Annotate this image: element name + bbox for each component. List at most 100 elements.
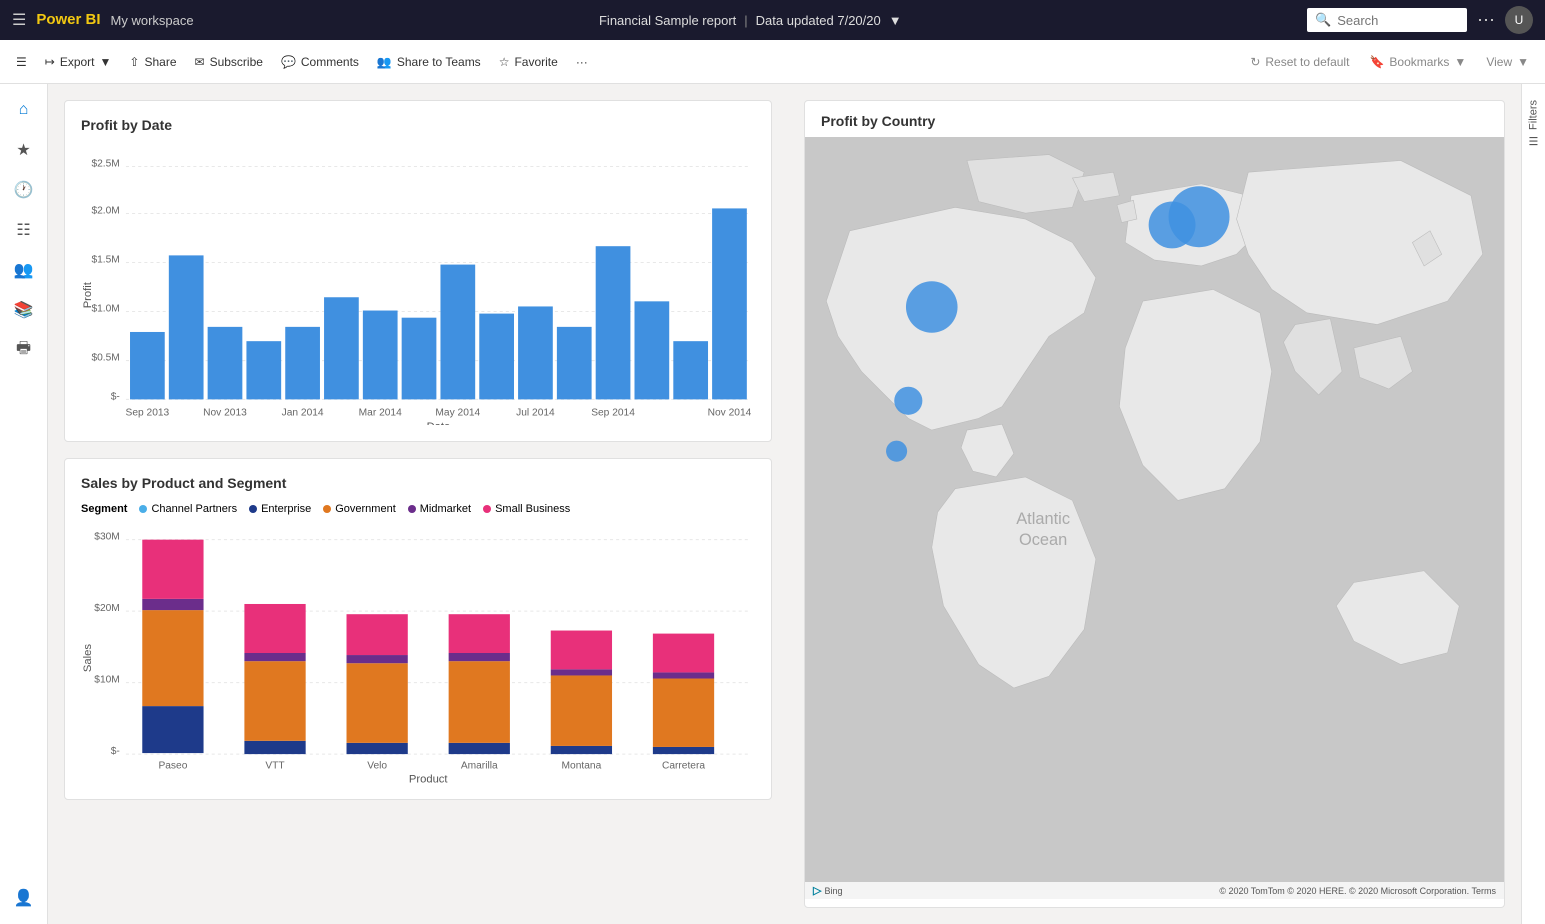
vtt-enterprise[interactable]	[244, 741, 305, 754]
vtt-midmarket[interactable]	[244, 653, 305, 661]
bar-nov2013[interactable]	[169, 255, 204, 399]
sidebar-workspaces-icon[interactable]: 🖶	[6, 332, 42, 368]
vtt-government[interactable]	[244, 661, 305, 741]
montana-government[interactable]	[551, 675, 612, 745]
segment-legend: Segment Channel Partners Enterprise Gove…	[81, 503, 755, 515]
svg-text:$-: $-	[111, 746, 120, 757]
bookmarks-chevron: ▼	[1454, 55, 1466, 69]
svg-text:Paseo: Paseo	[158, 760, 187, 771]
carretera-midmarket[interactable]	[653, 672, 714, 678]
bar-jan2014[interactable]	[208, 327, 243, 400]
share-btn[interactable]: ⇧ Share	[121, 51, 184, 73]
bar-sep2014[interactable]	[363, 311, 398, 400]
hamburger-icon[interactable]: ☰	[12, 10, 26, 30]
bubble-germany[interactable]	[1169, 186, 1230, 247]
avatar[interactable]: U	[1505, 6, 1533, 34]
svg-text:Atlantic: Atlantic	[1016, 510, 1070, 528]
velo-smallbiz[interactable]	[347, 614, 408, 655]
sidebar-apps-icon[interactable]: ☷	[6, 212, 42, 248]
legend-small-business[interactable]: Small Business	[483, 503, 570, 515]
amarilla-enterprise[interactable]	[449, 743, 510, 754]
bing-bar: ▷ Bing © 2020 TomTom © 2020 HERE. © 2020…	[805, 882, 1504, 899]
montana-smallbiz[interactable]	[551, 631, 612, 670]
bar-may2014[interactable]	[285, 327, 320, 400]
favorite-btn[interactable]: ☆ Favorite	[491, 51, 566, 73]
sidebar-favorites-icon[interactable]: ★	[6, 132, 42, 168]
svg-text:Nov 2014: Nov 2014	[708, 408, 752, 419]
comments-btn[interactable]: 💬 Comments	[273, 51, 367, 73]
bar-nov2014[interactable]	[402, 318, 437, 400]
sidebar-home-icon[interactable]: ⌂	[6, 92, 42, 128]
search-input[interactable]	[1337, 13, 1459, 28]
bar-jan2016[interactable]	[673, 341, 708, 399]
svg-text:$-: $-	[111, 391, 120, 402]
charts-right: Profit by Country	[788, 84, 1521, 924]
svg-text:$1.0M: $1.0M	[91, 304, 119, 315]
report-header: Financial Sample report | Data updated 7…	[204, 13, 1297, 28]
legend-channel-partners[interactable]: Channel Partners	[139, 503, 237, 515]
more-options-icon[interactable]: ⋯	[1477, 10, 1495, 31]
bar-mar2014[interactable]	[246, 341, 281, 399]
amarilla-midmarket[interactable]	[449, 653, 510, 661]
bar-may2015[interactable]	[518, 306, 553, 399]
bubble-canada[interactable]	[906, 281, 958, 333]
legend-midmarket[interactable]: Midmarket	[408, 503, 471, 515]
velo-enterprise[interactable]	[347, 743, 408, 754]
sidebar-profile-icon[interactable]: 👤	[6, 880, 42, 916]
bar-jan2015[interactable]	[440, 265, 475, 400]
bubble-mexico[interactable]	[894, 387, 922, 415]
hamburger-menu-btn[interactable]: ☰	[8, 51, 35, 73]
montana-enterprise[interactable]	[551, 746, 612, 754]
view-btn[interactable]: View ▼	[1478, 51, 1537, 73]
profit-by-country-card: Profit by Country	[804, 100, 1505, 908]
subscribe-btn[interactable]: ✉ Subscribe	[187, 51, 271, 73]
map-container[interactable]: Atlantic Ocean	[805, 137, 1504, 899]
sidebar-recent-icon[interactable]: 🕐	[6, 172, 42, 208]
sidebar-shared-icon[interactable]: 👥	[6, 252, 42, 288]
toolbar: ☰ ↦ Export ▼ ⇧ Share ✉ Subscribe 💬 Comme…	[0, 40, 1545, 84]
more-toolbar-btn[interactable]: ···	[568, 51, 596, 73]
svg-text:Jan 2014: Jan 2014	[282, 408, 324, 419]
midmarket-dot	[408, 505, 416, 513]
paseo-smallbiz[interactable]	[142, 540, 203, 599]
paseo-government[interactable]	[142, 610, 203, 706]
bar-sep2013[interactable]	[130, 332, 165, 399]
legend-government[interactable]: Government	[323, 503, 396, 515]
montana-midmarket[interactable]	[551, 669, 612, 675]
main-layout: ⌂ ★ 🕐 ☷ 👥 📚 🖶 👤 Profit by Date $2.5M $2.…	[0, 84, 1545, 924]
sidebar-learn-icon[interactable]: 📚	[6, 292, 42, 328]
reset-btn[interactable]: ↻ Reset to default	[1242, 51, 1357, 73]
bookmarks-btn[interactable]: 🔖 Bookmarks ▼	[1361, 51, 1474, 73]
bar-dec2014[interactable]	[712, 208, 747, 399]
velo-government[interactable]	[347, 663, 408, 743]
vtt-smallbiz[interactable]	[244, 604, 305, 653]
reset-icon: ↻	[1250, 55, 1260, 69]
svg-text:Ocean: Ocean	[1019, 531, 1067, 549]
svg-text:Date: Date	[427, 421, 451, 425]
dropdown-icon[interactable]: ▼	[889, 13, 902, 28]
bar-jul2015[interactable]	[557, 327, 592, 400]
search-box[interactable]: 🔍	[1307, 8, 1467, 32]
carretera-government[interactable]	[653, 679, 714, 747]
export-btn[interactable]: ↦ Export ▼	[37, 51, 120, 73]
amarilla-government[interactable]	[449, 661, 510, 743]
bar-sep2015[interactable]	[596, 246, 631, 399]
government-dot	[323, 505, 331, 513]
svg-text:Sep 2014: Sep 2014	[591, 408, 635, 419]
legend-enterprise[interactable]: Enterprise	[249, 503, 311, 515]
carretera-enterprise[interactable]	[653, 747, 714, 754]
amarilla-smallbiz[interactable]	[449, 614, 510, 653]
bar-mar2015[interactable]	[479, 314, 514, 400]
filters-toggle[interactable]: ☰ Filters	[1527, 92, 1540, 155]
paseo-enterprise[interactable]	[142, 706, 203, 753]
bar-nov2015[interactable]	[634, 301, 669, 399]
toolbar-right: ↻ Reset to default 🔖 Bookmarks ▼ View ▼	[1242, 51, 1537, 73]
velo-midmarket[interactable]	[347, 655, 408, 663]
share-teams-btn[interactable]: 👥 Share to Teams	[369, 51, 489, 73]
carretera-smallbiz[interactable]	[653, 634, 714, 673]
paseo-midmarket[interactable]	[142, 599, 203, 610]
charts-left: Profit by Date $2.5M $2.0M $1.5M $1.0M $…	[48, 84, 788, 924]
bubble-central-am[interactable]	[886, 441, 907, 462]
workspace-label[interactable]: My workspace	[111, 13, 194, 28]
bar-jul2014[interactable]	[324, 297, 359, 399]
